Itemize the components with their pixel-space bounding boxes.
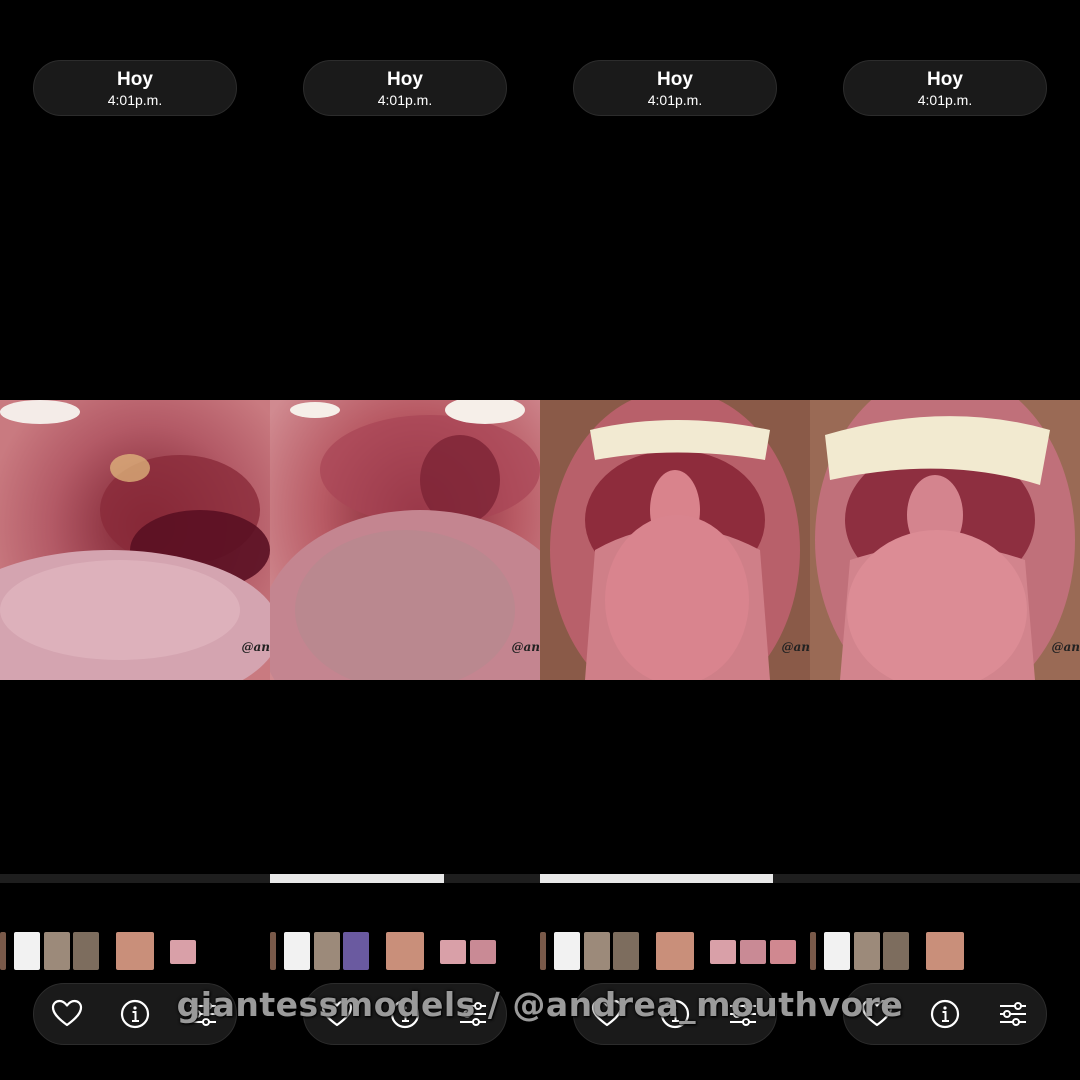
date-day-label: Hoy [117,69,153,90]
progress-fill [540,874,773,883]
date-day-label: Hoy [657,69,693,90]
viewer-panel-1: Hoy 4:01p.m. @an [0,0,270,1080]
photo-watermark: @an [241,640,271,654]
thumbnail[interactable] [386,932,424,970]
photo[interactable] [270,400,540,680]
progress-fill [270,874,444,883]
thumbnail[interactable] [770,940,796,964]
date-time-label: 4:01p.m. [377,92,433,108]
date-header[interactable]: Hoy 4:01p.m. [573,60,777,116]
sliders-icon[interactable] [996,997,1030,1031]
thumbnail[interactable] [883,932,909,970]
heart-icon[interactable] [860,997,894,1031]
action-bar [843,983,1047,1045]
action-bar [33,983,237,1045]
heart-icon[interactable] [590,997,624,1031]
thumbnail[interactable] [540,932,546,970]
thumbnail-strip[interactable] [810,930,1080,972]
thumbnail[interactable] [440,940,466,964]
thumbnail[interactable] [810,932,816,970]
thumbnail[interactable] [656,932,694,970]
thumbnail-strip[interactable] [540,930,810,972]
info-icon[interactable] [388,997,422,1031]
thumbnail[interactable] [470,940,496,964]
thumbnail[interactable] [73,932,99,970]
thumbnail[interactable] [14,932,40,970]
photo[interactable] [540,400,810,680]
thumbnail[interactable] [0,932,6,970]
date-header[interactable]: Hoy 4:01p.m. [303,60,507,116]
thumbnail[interactable] [926,932,964,970]
sliders-icon[interactable] [726,997,760,1031]
thumbnail[interactable] [284,932,310,970]
thumbnail[interactable] [584,932,610,970]
thumbnail[interactable] [116,932,154,970]
date-time-label: 4:01p.m. [917,92,973,108]
info-icon[interactable] [928,997,962,1031]
thumbnail-strip[interactable] [0,930,270,972]
date-time-label: 4:01p.m. [107,92,163,108]
action-bar [303,983,507,1045]
thumbnail[interactable] [710,940,736,964]
thumbnail-strip[interactable] [270,930,540,972]
video-progress-bar[interactable] [270,874,540,883]
action-bar [573,983,777,1045]
thumbnail[interactable] [613,932,639,970]
sliders-icon[interactable] [456,997,490,1031]
photo[interactable] [810,400,1080,680]
photo[interactable] [0,400,270,680]
photo-watermark: @an [1051,640,1080,654]
date-header[interactable]: Hoy 4:01p.m. [843,60,1047,116]
photo-watermark: @an [511,640,541,654]
thumbnail[interactable] [343,932,369,970]
thumbnail[interactable] [854,932,880,970]
date-day-label: Hoy [927,69,963,90]
sliders-icon[interactable] [186,997,220,1031]
date-header[interactable]: Hoy 4:01p.m. [33,60,237,116]
info-icon[interactable] [658,997,692,1031]
thumbnail[interactable] [554,932,580,970]
heart-icon[interactable] [320,997,354,1031]
video-progress-bar[interactable] [0,874,270,883]
video-progress-bar[interactable] [540,874,810,883]
thumbnail[interactable] [170,940,196,964]
thumbnail[interactable] [824,932,850,970]
heart-icon[interactable] [50,997,84,1031]
thumbnail[interactable] [270,932,276,970]
photo-watermark: @an [781,640,811,654]
date-day-label: Hoy [387,69,423,90]
viewer-panel-4: Hoy 4:01p.m. @an [810,0,1080,1080]
thumbnail[interactable] [314,932,340,970]
thumbnail[interactable] [740,940,766,964]
viewer-panel-2: Hoy 4:01p.m. @an [270,0,540,1080]
info-icon[interactable] [118,997,152,1031]
date-time-label: 4:01p.m. [647,92,703,108]
viewer-panel-3: Hoy 4:01p.m. @an [540,0,810,1080]
thumbnail[interactable] [44,932,70,970]
video-progress-bar[interactable] [810,874,1080,883]
